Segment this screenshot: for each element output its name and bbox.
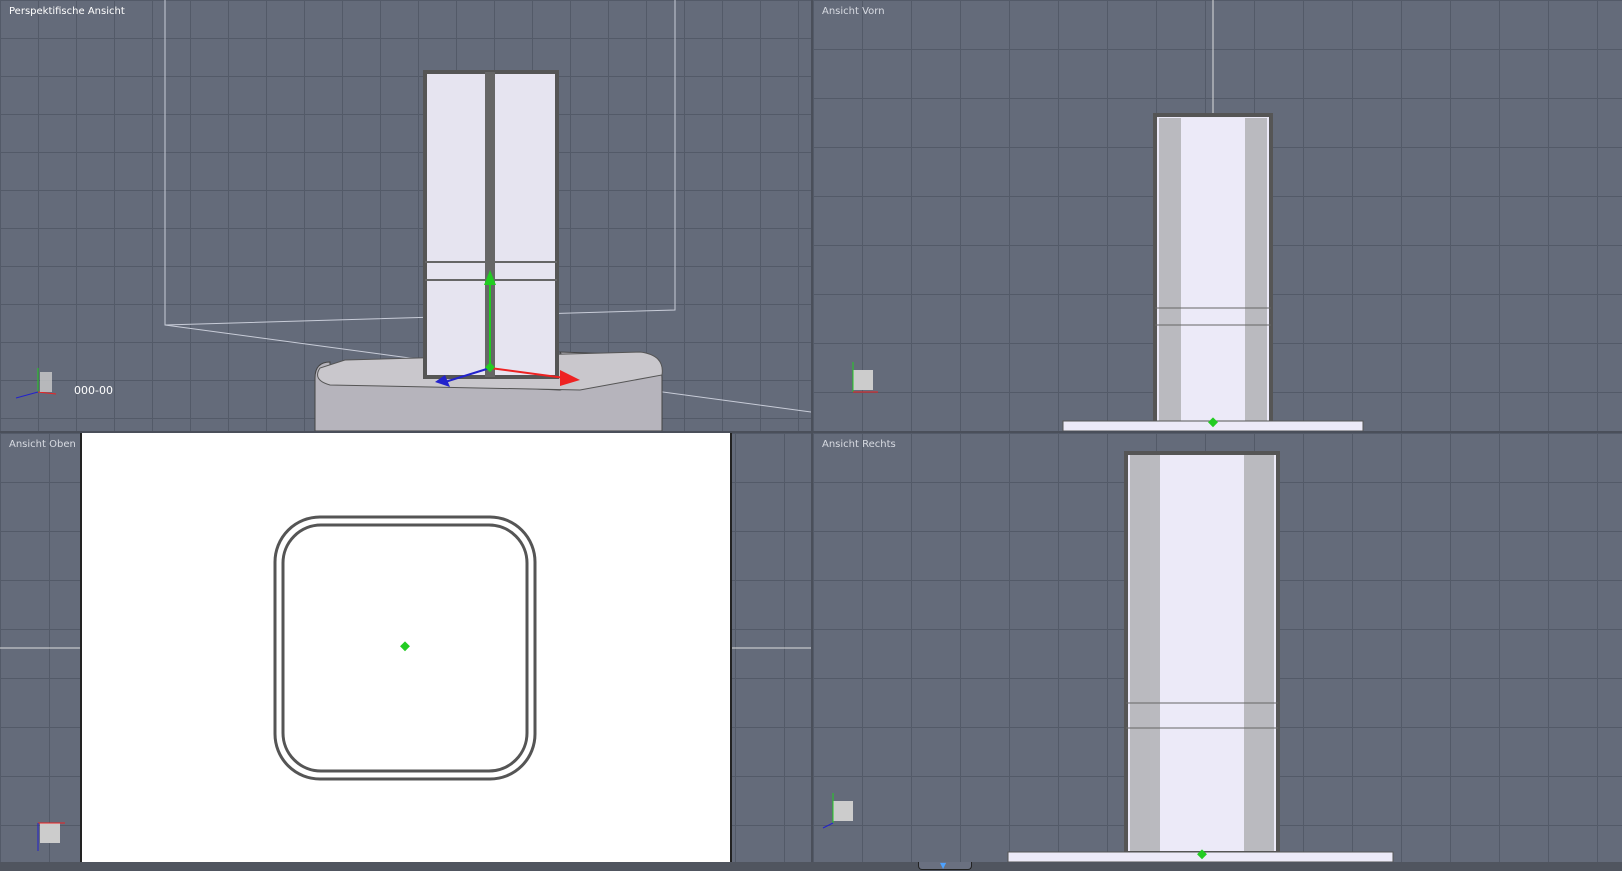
viewport-label: Ansicht Vorn [822, 6, 885, 17]
viewport-label: Ansicht Rechts [822, 439, 896, 450]
coordinate-readout: 000-00 [74, 384, 113, 397]
viewport-label: Perspektifische Ansicht [9, 6, 125, 17]
panel-expand-handle[interactable]: ▼ [918, 862, 972, 870]
front-scene [852, 0, 1364, 431]
viewport-front[interactable]: Ansicht Vorn [813, 0, 1622, 431]
viewport-perspective[interactable]: Perspektifische Ansicht 000-00 [0, 0, 811, 431]
viewport-top[interactable]: Ansicht Oben [0, 433, 811, 862]
axis-gizmo-icon [852, 362, 878, 393]
chevron-down-icon: ▼ [940, 861, 947, 870]
viewport-label: Ansicht Oben [9, 439, 76, 450]
axis-gizmo-icon [37, 822, 65, 851]
axis-gizmo-icon [15, 368, 57, 399]
perspective-scene [15, 0, 811, 431]
top-scene [0, 515, 811, 851]
status-bar [0, 862, 1622, 871]
right-scene [822, 451, 1394, 862]
viewport-right[interactable]: Ansicht Rechts [813, 433, 1622, 862]
axis-gizmo-icon [822, 793, 853, 829]
